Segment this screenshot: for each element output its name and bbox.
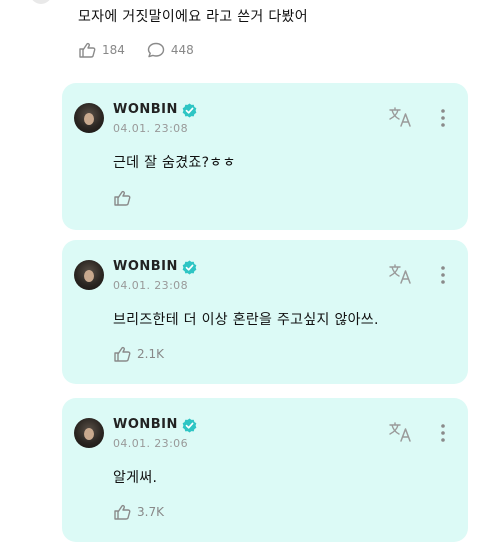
artist-reply-card: WONBIN 04.01. 23:08 근데 잘 숨겼죠?ㅎㅎ [62, 83, 468, 230]
reply-like-button[interactable] [113, 190, 137, 206]
translate-icon[interactable] [389, 107, 413, 127]
avatar[interactable] [74, 103, 104, 133]
artist-name[interactable]: WONBIN [113, 259, 178, 274]
verified-badge-icon [182, 418, 197, 433]
reply-text: 브리즈한테 더 이상 혼란을 주고싶지 않아쓰. [113, 312, 379, 328]
like-hand-icon [114, 504, 131, 520]
comment-thread: 모자에 거짓말이에요 라고 쓴거 다봤어 184 448 WONBIN 04.0… [0, 0, 480, 557]
more-vertical-icon[interactable] [440, 265, 446, 285]
reply-text: 근데 잘 숨겼죠?ㅎㅎ [113, 155, 236, 171]
fan-comment-count: 448 [170, 43, 194, 57]
avatar[interactable] [74, 260, 104, 290]
fan-avatar[interactable] [30, 0, 52, 4]
translate-icon[interactable] [389, 422, 413, 442]
like-hand-icon [114, 190, 131, 206]
fan-like-button[interactable]: 184 [78, 42, 125, 58]
translate-icon[interactable] [389, 264, 413, 284]
reply-timestamp: 04.01. 23:06 [113, 437, 188, 450]
comment-bubble-icon [147, 42, 165, 58]
more-vertical-icon[interactable] [440, 423, 446, 443]
fan-post-text: 모자에 거짓말이에요 라고 쓴거 다봤어 [78, 9, 308, 25]
reply-timestamp: 04.01. 23:08 [113, 279, 188, 292]
artist-reply-card: WONBIN 04.01. 23:08 브리즈한테 더 이상 혼란을 주고싶지 … [62, 240, 468, 384]
reply-like-button[interactable]: 2.1K [113, 346, 164, 362]
like-hand-icon [79, 42, 96, 58]
verified-badge-icon [182, 103, 197, 118]
fan-like-count: 184 [102, 43, 125, 57]
fan-post-actions: 184 448 [78, 42, 468, 58]
verified-badge-icon [182, 260, 197, 275]
artist-reply-card: WONBIN 04.01. 23:06 알게써. 3.7K [62, 398, 468, 542]
reply-like-button[interactable]: 3.7K [113, 504, 164, 520]
artist-name[interactable]: WONBIN [113, 417, 178, 432]
reply-timestamp: 04.01. 23:08 [113, 122, 188, 135]
like-hand-icon [114, 346, 131, 362]
reply-like-count: 3.7K [137, 505, 164, 519]
fan-comment-button[interactable]: 448 [147, 42, 194, 58]
reply-text: 알게써. [113, 470, 158, 486]
avatar[interactable] [74, 418, 104, 448]
artist-name[interactable]: WONBIN [113, 102, 178, 117]
fan-post: 모자에 거짓말이에요 라고 쓴거 다봤어 184 448 [78, 8, 468, 58]
reply-like-count: 2.1K [137, 347, 164, 361]
more-vertical-icon[interactable] [440, 108, 446, 128]
